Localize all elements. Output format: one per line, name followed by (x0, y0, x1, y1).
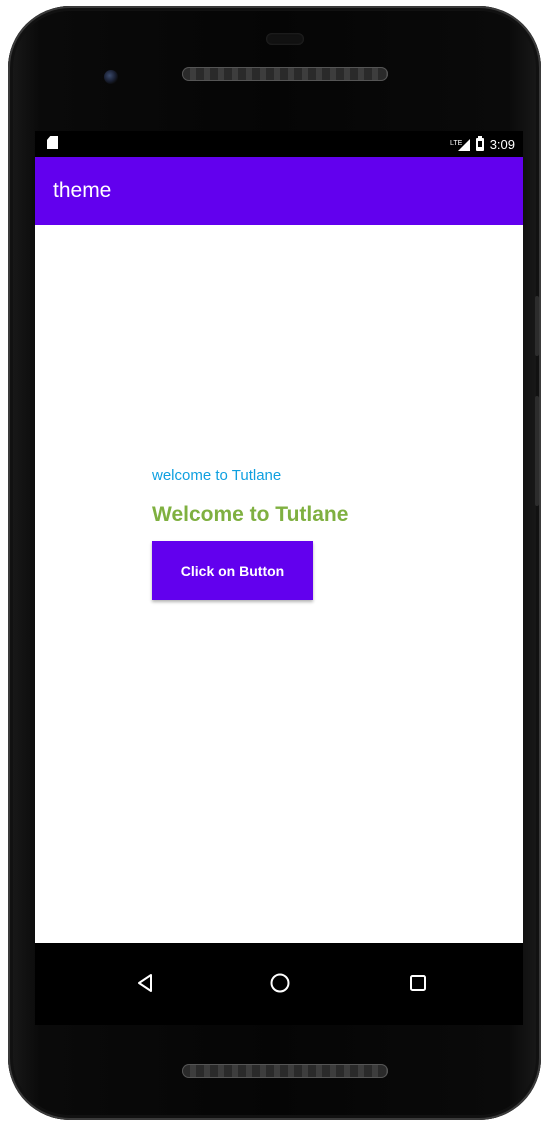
nav-home-button[interactable] (260, 963, 300, 1003)
recents-square-icon (410, 975, 426, 991)
navigation-bar (35, 943, 523, 1025)
status-time: 3:09 (489, 136, 515, 152)
app-bar: theme (35, 157, 523, 225)
click-on-button[interactable]: Click on Button (152, 541, 313, 600)
status-bar: LTE 3:09 (35, 131, 523, 157)
volume-button (535, 396, 539, 506)
welcome-large-text: Welcome to Tutlane (152, 503, 349, 526)
sd-card-icon (47, 136, 58, 149)
welcome-small-text: welcome to Tutlane (152, 467, 282, 484)
nav-back-button[interactable] (126, 963, 166, 1003)
top-speaker-grille (182, 67, 388, 81)
power-button (535, 296, 539, 356)
front-camera-icon (104, 70, 118, 84)
home-circle-icon (270, 973, 290, 993)
app-title: theme (53, 179, 112, 202)
signal-icon: LTE (450, 139, 470, 151)
bottom-speaker-grille (182, 1064, 388, 1078)
battery-icon (475, 135, 484, 151)
svg-text:LTE: LTE (450, 140, 463, 147)
back-triangle-icon (138, 974, 152, 992)
status-right-group: LTE 3:09 (450, 135, 515, 153)
device-screen: LTE 3:09 theme welcome to Tutlane Welcom… (35, 131, 523, 1025)
nav-recents-button[interactable] (398, 963, 438, 1003)
main-content: welcome to Tutlane Welcome to Tutlane Cl… (35, 225, 523, 943)
proximity-sensor (266, 33, 304, 45)
